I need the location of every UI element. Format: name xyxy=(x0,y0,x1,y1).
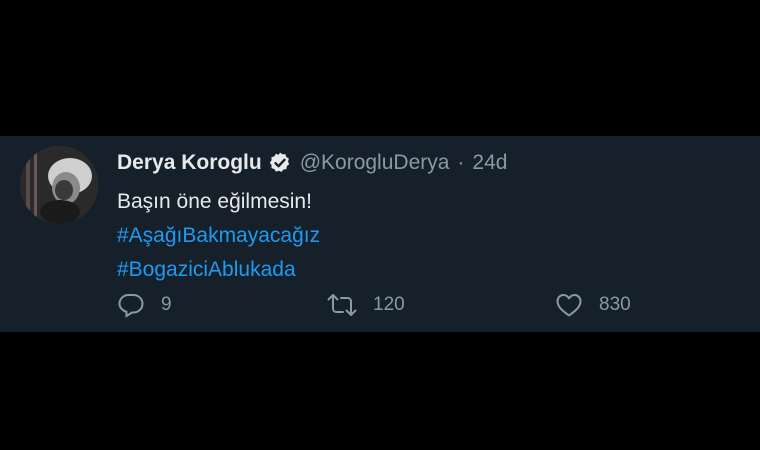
like-button[interactable]: 830 xyxy=(555,291,631,319)
hashtag-link[interactable]: #BogaziciAblukada xyxy=(117,253,320,287)
verified-badge-icon xyxy=(268,151,292,175)
heart-icon xyxy=(556,294,582,317)
tweet-timestamp[interactable]: 24d xyxy=(472,151,507,175)
separator-dot: · xyxy=(457,151,465,174)
tweet-header: Derya Koroglu @KorogluDerya · 24d xyxy=(117,149,507,177)
like-count: 830 xyxy=(599,294,631,315)
tweet-card[interactable]: Derya Koroglu @KorogluDerya · 24d Başın … xyxy=(0,136,760,332)
retweet-button[interactable]: 120 xyxy=(327,291,405,319)
tweet-actions: 9 120 830 xyxy=(117,291,717,321)
retweet-icon xyxy=(327,294,357,316)
hashtag-link[interactable]: #AşağıBakmayacağız xyxy=(117,219,320,253)
reply-bubble-icon xyxy=(118,294,144,318)
user-handle[interactable]: @KorogluDerya xyxy=(300,151,450,175)
tweet-text: Başın öne eğilmesin! #AşağıBakmayacağız … xyxy=(117,185,320,287)
reply-count: 9 xyxy=(161,294,172,315)
retweet-count: 120 xyxy=(373,294,405,315)
display-name[interactable]: Derya Koroglu xyxy=(117,151,262,175)
avatar-photo xyxy=(20,146,98,224)
avatar[interactable] xyxy=(20,146,98,224)
tweet-body-line: Başın öne eğilmesin! xyxy=(117,190,312,213)
reply-button[interactable]: 9 xyxy=(117,291,172,319)
